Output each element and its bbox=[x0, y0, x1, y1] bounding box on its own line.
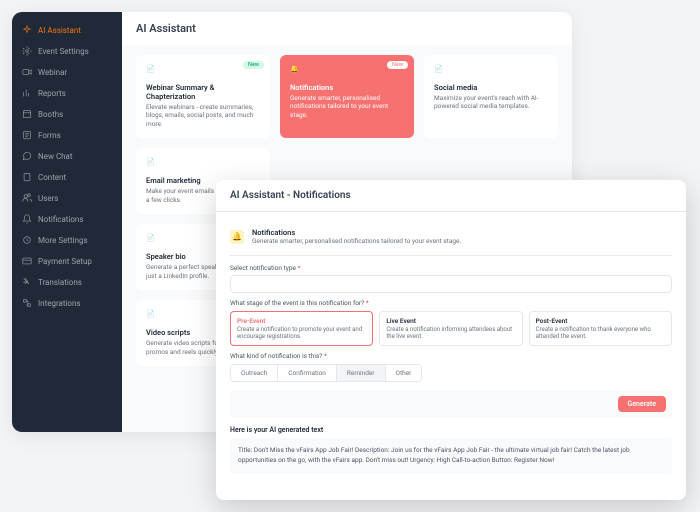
sidebar-item-label: AI Assistant bbox=[38, 26, 81, 35]
sidebar-item-translations[interactable]: Translations bbox=[12, 272, 122, 292]
card-title: Social media bbox=[434, 83, 548, 92]
sidebar-item-reports[interactable]: Reports bbox=[12, 83, 122, 103]
sidebar-item-notifications[interactable]: Notifications bbox=[12, 209, 122, 229]
sidebar-item-new-chat[interactable]: New Chat bbox=[12, 146, 122, 166]
more-icon bbox=[22, 235, 32, 245]
result-label: Here is your AI generated text bbox=[230, 426, 672, 434]
sidebar-item-label: Payment Setup bbox=[38, 257, 92, 266]
card-desc: Elevate webinars - create summaries, blo… bbox=[146, 103, 260, 128]
modal-intro-desc: Generate smarter, personalised notificat… bbox=[252, 237, 461, 245]
sidebar-item-label: Notifications bbox=[38, 215, 83, 224]
stage-option-post-event[interactable]: Post-EventCreate a notification to thank… bbox=[529, 311, 672, 346]
sidebar-item-event-settings[interactable]: Event Settings bbox=[12, 41, 122, 61]
sidebar-item-booths[interactable]: Booths bbox=[12, 104, 122, 124]
notifications-modal: AI Assistant - Notifications 🔔 Notificat… bbox=[216, 180, 686, 500]
kind-option-confirmation[interactable]: Confirmation bbox=[278, 365, 337, 381]
sparkle-icon bbox=[22, 25, 32, 35]
bell-icon: 🔔 bbox=[230, 230, 244, 244]
stage-desc: Create a notification to promote your ev… bbox=[237, 326, 366, 340]
sidebar-item-payment-setup[interactable]: Payment Setup bbox=[12, 251, 122, 271]
sidebar-item-forms[interactable]: Forms bbox=[12, 125, 122, 145]
card-desc: Generate smarter, personalised notificat… bbox=[290, 94, 404, 119]
stage-title: Pre-Event bbox=[237, 317, 366, 325]
card-icon: 📄 bbox=[146, 234, 160, 248]
card-title: Notifications bbox=[290, 83, 404, 92]
feature-card[interactable]: New 📄 Webinar Summary & Chapterization Elev… bbox=[136, 55, 270, 138]
feature-card[interactable]: New 🔔 Notifications Generate smarter, perso… bbox=[280, 55, 414, 138]
lang-icon bbox=[22, 277, 32, 287]
sidebar-item-content[interactable]: Content bbox=[12, 167, 122, 187]
video-icon bbox=[22, 67, 32, 77]
sidebar-item-label: Translations bbox=[38, 278, 82, 287]
modal-intro: 🔔 Notifications Generate smarter, person… bbox=[230, 222, 672, 256]
new-badge: New bbox=[387, 61, 408, 69]
stage-option-live-event[interactable]: Live EventCreate a notification informin… bbox=[379, 311, 522, 346]
feature-card[interactable]: 📄 Social media Maximize your event's reach… bbox=[424, 55, 558, 138]
card-icon: 📄 bbox=[146, 65, 160, 79]
stage-desc: Create a notification to thank everyone … bbox=[536, 326, 665, 340]
sidebar-item-label: Booths bbox=[38, 110, 63, 119]
sidebar-item-ai-assistant[interactable]: AI Assistant bbox=[12, 20, 122, 40]
gear-icon bbox=[22, 46, 32, 56]
sidebar-item-integrations[interactable]: Integrations bbox=[12, 293, 122, 313]
bell-icon bbox=[22, 214, 32, 224]
sidebar-item-webinar[interactable]: Webinar bbox=[12, 62, 122, 82]
sidebar-item-label: Content bbox=[38, 173, 66, 182]
card-icon bbox=[22, 256, 32, 266]
card-icon: 📄 bbox=[434, 65, 448, 79]
kind-option-reminder[interactable]: Reminder bbox=[337, 365, 386, 381]
doc-icon bbox=[22, 172, 32, 182]
sidebar: AI Assistant Event Settings Webinar Reports… bbox=[12, 12, 122, 432]
kind-option-other[interactable]: Other bbox=[386, 365, 422, 381]
users-icon bbox=[22, 193, 32, 203]
sidebar-item-label: Event Settings bbox=[38, 47, 89, 56]
stage-title: Live Event bbox=[386, 317, 515, 325]
card-desc: Maximize your event's reach with AI-powe… bbox=[434, 94, 548, 111]
page-title: AI Assistant bbox=[122, 12, 572, 45]
sidebar-item-label: Forms bbox=[38, 131, 61, 140]
kind-option-outreach[interactable]: Outreach bbox=[231, 365, 278, 381]
select-type-label: Select notification type * bbox=[230, 264, 672, 272]
new-badge: New bbox=[243, 61, 264, 69]
stage-option-pre-event[interactable]: Pre-EventCreate a notification to promot… bbox=[230, 311, 373, 346]
chat-icon bbox=[22, 151, 32, 161]
sidebar-item-label: Webinar bbox=[38, 68, 67, 77]
stage-options: Pre-EventCreate a notification to promot… bbox=[230, 311, 672, 346]
plug-icon bbox=[22, 298, 32, 308]
sidebar-item-label: Reports bbox=[38, 89, 66, 98]
card-title: Webinar Summary & Chapterization bbox=[146, 83, 260, 101]
sidebar-item-label: Users bbox=[38, 194, 58, 203]
modal-body: 🔔 Notifications Generate smarter, person… bbox=[216, 212, 686, 500]
sidebar-item-more-settings[interactable]: More Settings bbox=[12, 230, 122, 250]
generate-row: Generate bbox=[230, 390, 672, 418]
stage-label: What stage of the event is this notifica… bbox=[230, 299, 672, 307]
form-icon bbox=[22, 130, 32, 140]
stage-title: Post-Event bbox=[536, 317, 665, 325]
card-icon: 📄 bbox=[146, 310, 160, 324]
sidebar-item-users[interactable]: Users bbox=[12, 188, 122, 208]
notification-type-select[interactable] bbox=[230, 275, 672, 293]
store-icon bbox=[22, 109, 32, 119]
sidebar-item-label: Integrations bbox=[38, 299, 81, 308]
modal-title: AI Assistant - Notifications bbox=[216, 180, 686, 212]
stage-desc: Create a notification informing attendee… bbox=[386, 326, 515, 340]
sidebar-item-label: More Settings bbox=[38, 236, 88, 245]
kind-label: What kind of notification is this? * bbox=[230, 352, 672, 360]
chart-icon bbox=[22, 88, 32, 98]
generate-button[interactable]: Generate bbox=[618, 396, 667, 412]
sidebar-item-label: New Chat bbox=[38, 152, 73, 161]
kind-options: OutreachConfirmationReminderOther bbox=[230, 364, 422, 382]
card-icon: 🔔 bbox=[290, 65, 304, 79]
result-text: Title: Don't Miss the vFairs App Job Fai… bbox=[230, 438, 672, 474]
modal-intro-title: Notifications bbox=[252, 228, 461, 237]
card-icon: 📄 bbox=[146, 158, 160, 172]
